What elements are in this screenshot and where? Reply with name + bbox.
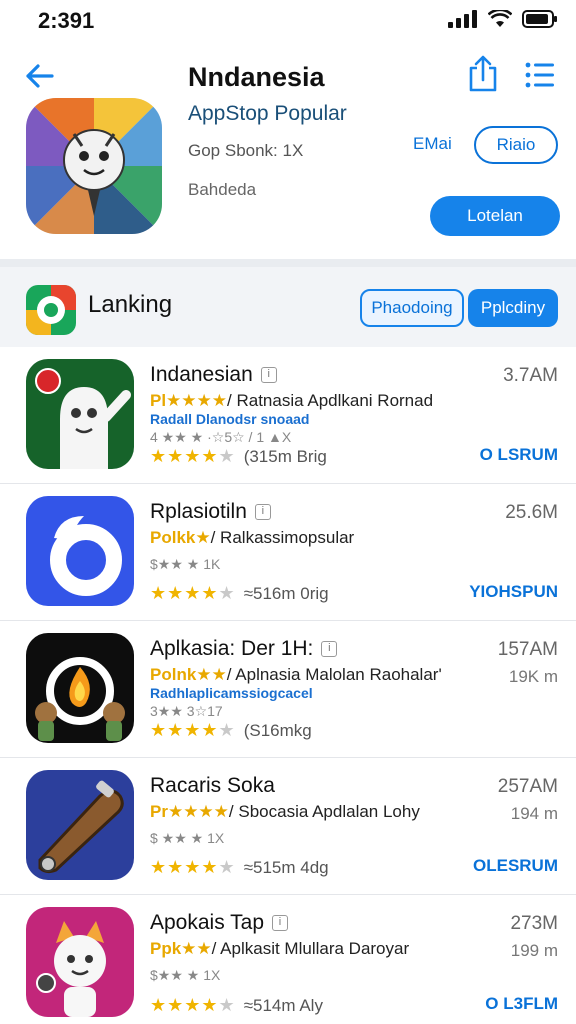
list-item[interactable]: Rplasiotiln i Polkk★/ Ralkassimopsular $★… [0,484,576,621]
app-icon [26,496,134,606]
app-description: Polkk★/ Ralkassimopsular [150,528,355,547]
segment-tab-2[interactable]: Pplcdiny [468,289,558,327]
app-rating: ★★★★★ ≈514m Aly [150,995,323,1015]
status-bar: 2:391 [0,0,576,44]
back-button[interactable] [22,58,58,94]
back-arrow-icon [26,64,54,88]
info-tag-icon: i [321,641,338,657]
status-time: 2:391 [38,8,95,33]
share-icon [469,55,497,92]
app-description: Pr★★★★/ Sbocasia Apdlalan Lohy [150,802,420,821]
app-description: Pl★★★★/ Ratnasia Apdlkani Rornad [150,391,434,410]
cellular-signal-icon [448,10,477,28]
stars-prefix: Polnk★★ [150,665,227,684]
star-rating-icon: ★★★★★ [150,995,236,1015]
star-rating-icon: ★★★★★ [150,720,236,740]
segment-tab-1[interactable]: Phaodoing [360,289,464,327]
app-developer: Bahdeda [188,180,257,199]
fox-mascot-icon [36,921,106,1017]
app-size-secondary: 19K m [508,667,558,686]
app-icon [26,633,134,743]
wave-circle-icon [50,516,122,596]
section-logo [26,285,76,335]
app-rating: ★★★★★ ≈515m 4dg [150,857,329,877]
app-name: Rplasiotiln i [150,500,271,524]
app-get-button[interactable]: YIOHSPUN [469,582,558,602]
app-get-button[interactable]: O L3FLM [485,994,558,1014]
app-rating: ★★★★★ ≈516m 0rig [150,583,329,603]
wifi-icon [488,10,512,27]
app-title: Nndanesia [188,62,325,92]
info-tag-icon: i [254,504,271,520]
info-tag-icon: i [272,915,289,931]
app-name: Apokais Tap i [150,911,289,935]
list-item[interactable]: Apokais Tap i Ppk★★/ Aplkasit Mlullara Da… [0,895,576,1024]
app-header: Nndanesia AppStop Popular Gop Sbonk: 1X … [0,44,576,259]
app-size: 273M [510,913,558,934]
stars-prefix: Polkk★ [150,528,211,547]
app-size: 25.6M [505,502,558,523]
primary-get-button[interactable]: Lotelan [430,196,560,236]
stars-prefix: Ppk★★ [150,939,212,958]
app-name: Aplkasia: Der 1H: i [150,637,338,661]
bat-tool-icon [38,780,124,874]
app-get-button[interactable]: O LSRUM [480,445,558,465]
app-name: Racaris Soka [150,774,275,797]
fire-ring-icon [35,657,125,741]
app-category: Radhlaplicamssiogcacel [150,685,313,701]
app-size: 3.7AM [503,365,558,386]
app-get-button[interactable]: OLESRUM [473,856,558,876]
app-size-secondary: 194 m [510,804,558,823]
app-icon [26,907,134,1017]
status-icons [448,10,558,28]
star-rating-icon: ★★★★★ [150,857,236,877]
list-item[interactable]: Racaris Soka Pr★★★★/ Sbocasia Apdlalan L… [0,758,576,895]
app-stats: $★★ ★ 1K [150,556,221,572]
app-subtitle: AppStop Popular [188,102,347,125]
app-size: 257AM [497,776,558,797]
section-title: Lanking [88,291,173,318]
app-stats: 3★★ 3☆17 [150,703,223,719]
app-meta: Gop Sbonk: 1X [188,141,304,160]
share-button[interactable] [466,54,500,94]
app-description: Ppk★★/ Aplkasit Mlullara Daroyar [150,939,410,958]
app-icon [26,359,134,469]
stars-prefix: Pl★★★★ [150,391,228,410]
battery-icon [522,10,557,28]
app-size-secondary: 199 m [510,941,558,960]
app-icon [26,98,162,234]
app-name: Indanesian i [150,363,277,387]
secondary-action-button[interactable]: Riaio [474,126,558,164]
app-stats: 4 ★★ ★ ·☆5☆ / 1 ▲X [150,429,292,445]
list-item[interactable]: Aplkasia: Der 1H: i Polnk★★/ Aplnasia Mal… [0,621,576,758]
section-divider [0,259,576,267]
app-icon [26,770,134,880]
lc-logo-icon [26,285,76,335]
star-rating-icon: ★★★★★ [150,583,236,603]
mascot-pinwheel-icon [26,98,162,234]
list-item[interactable]: Indanesian i Pl★★★★/ Ratnasia Apdlkani Ro… [0,347,576,484]
list-menu-button[interactable] [524,60,556,90]
star-rating-icon: ★★★★★ [150,446,236,466]
app-category: Radall Dlanodsr snoaad [150,411,310,427]
app-rating: ★★★★★ (315m Brig [150,446,327,466]
ghost-mascot-icon [35,368,131,469]
app-rating: ★★★★★ (S16mkg [150,720,312,740]
app-size: 157AM [497,639,558,660]
app-stats: $★★ ★ 1X [150,967,221,983]
app-description: Polnk★★/ Aplnasia Malolan Raohalar' [150,665,442,684]
app-list: Indanesian i Pl★★★★/ Ratnasia Apdlkani Ro… [0,347,576,1024]
stars-prefix: Pr★★★★ [150,802,229,821]
ranking-section-header: Lanking Phaodoing Pplcdiny [0,267,576,347]
list-icon [525,62,554,88]
email-link[interactable]: EMai [413,134,452,154]
info-tag-icon: i [260,367,277,383]
app-stats: $ ★★ ★ 1X [150,830,225,846]
